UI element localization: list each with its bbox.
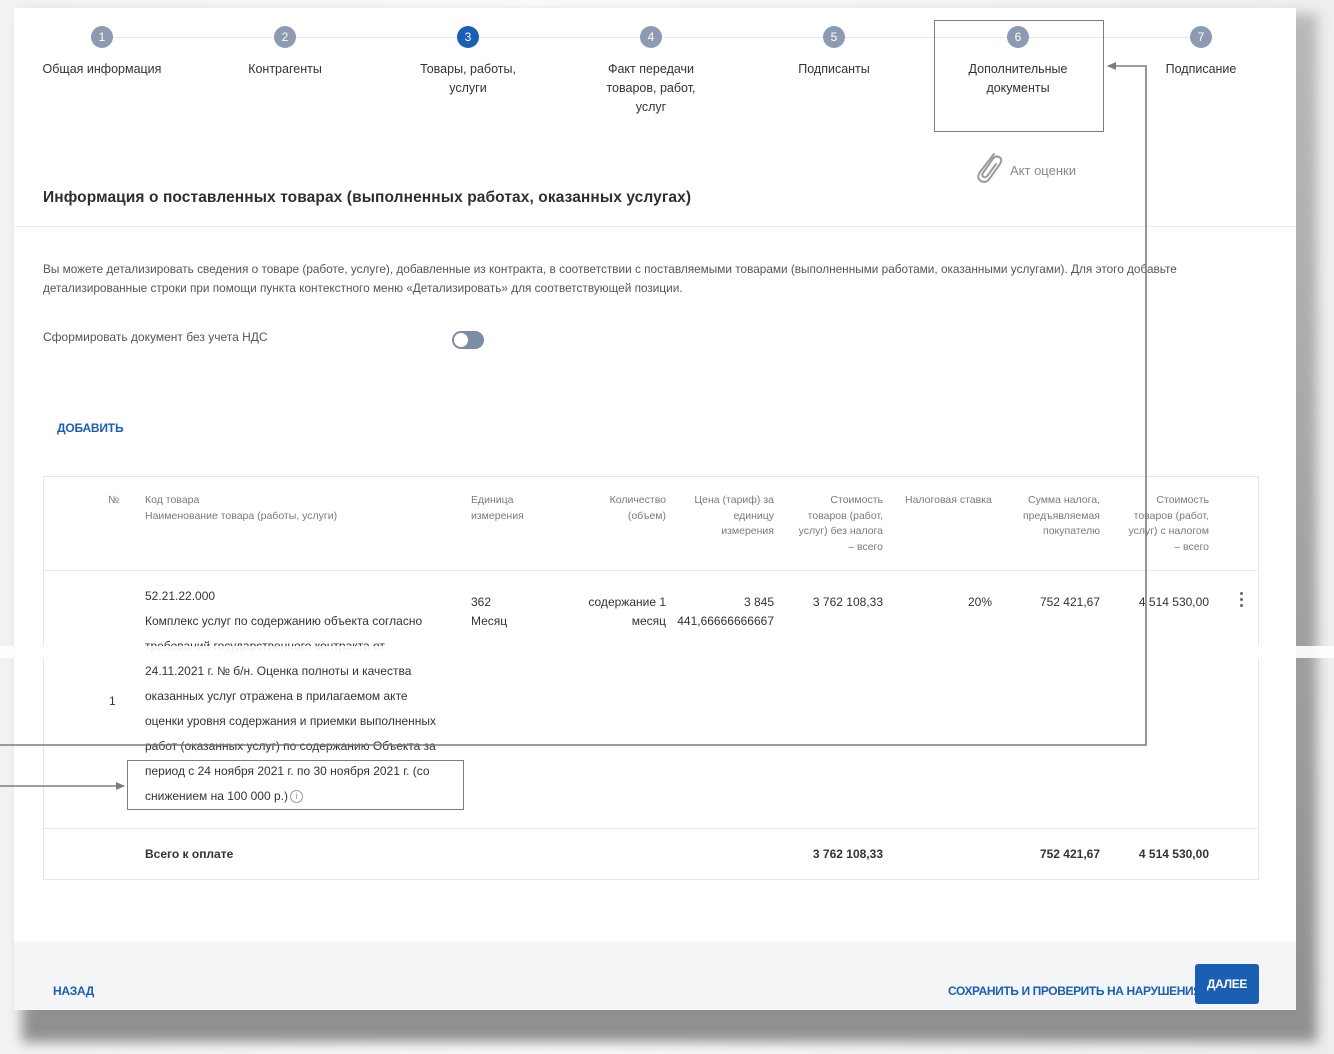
price-line: 441,66666666667	[677, 614, 774, 628]
header-line: Количество	[609, 494, 666, 506]
row-price: 3 845 441,66666666667	[674, 593, 774, 631]
col-header-code: Код товара Наименование товара (работы, …	[145, 493, 337, 524]
header-line: Стоимость	[830, 494, 883, 506]
step-number: 5	[823, 26, 845, 48]
row-menu-icon[interactable]	[1240, 592, 1244, 610]
col-header-total: Стоимость товаров (работ, услуг) с налог…	[1114, 493, 1209, 555]
step-counterparties[interactable]: 2 Контрагенты	[195, 26, 375, 79]
save-and-check-button[interactable]: СОХРАНИТЬ И ПРОВЕРИТЬ НА НАРУШЕНИЯ	[948, 984, 1202, 998]
col-header-num: №	[108, 494, 120, 506]
step-label: Общая информация	[42, 62, 162, 76]
step-goods-works-services[interactable]: 3 Товары, работы, услуги	[378, 26, 558, 98]
desc-line: оценки уровня содержания и приемки выпол…	[145, 714, 437, 728]
step-number: 7	[1190, 26, 1212, 48]
header-line: Единица	[471, 494, 514, 506]
vat-toggle-label: Сформировать документ без учета НДС	[43, 330, 268, 344]
qty-line: месяц	[631, 614, 666, 628]
header-line: товаров (работ,	[1133, 509, 1209, 522]
form-page: 1 Общая информация 2 Контрагенты 3 Товар…	[14, 8, 1296, 1010]
qty-line: содержание 1	[588, 595, 666, 609]
header-line: товаров (работ,	[807, 509, 883, 522]
desc-line: 24.11.2021 г. № б/н. Оценка полноты и ка…	[145, 664, 412, 678]
header-line: предъявляемая	[1022, 509, 1100, 522]
step-number: 3	[457, 26, 479, 48]
header-line: Наименование товара (работы, услуги)	[145, 509, 338, 522]
totals-total: 4 514 530,00	[1138, 847, 1209, 861]
totals-cost: 3 762 108,33	[812, 847, 883, 861]
row-total: 4 514 530,00	[1138, 595, 1209, 609]
row-quantity: содержание 1 месяц	[566, 593, 666, 631]
annotation-highlight-box	[934, 20, 1104, 132]
step-number: 2	[274, 26, 296, 48]
annotation-highlight-box	[127, 760, 464, 810]
col-header-unit: Единица измерения	[471, 493, 524, 524]
header-line: – всего	[848, 540, 883, 553]
toggle-knob	[454, 333, 468, 347]
price-line: 3 845	[743, 595, 774, 609]
row-rate: 20%	[967, 595, 992, 609]
header-line: единицу	[733, 509, 774, 522]
col-header-qty: Количество (объем)	[584, 493, 666, 524]
section-title: Информация о поставленных товарах (выпол…	[43, 189, 692, 206]
row-code: 52.21.22.000	[145, 589, 216, 603]
header-line: Сумма налога,	[1028, 494, 1100, 506]
desc-line: оказанных услуг отражена в прилагаемом а…	[145, 689, 408, 703]
step-signing[interactable]: 7 Подписание	[1111, 26, 1291, 79]
header-divider	[44, 570, 1258, 571]
info-text: Вы можете детализировать сведения о това…	[43, 262, 1177, 295]
vat-toggle[interactable]	[452, 331, 484, 349]
attachment-link[interactable]: Акт оценки	[972, 148, 1076, 193]
header-line: измерения	[721, 525, 774, 537]
step-label: Подписание	[1165, 62, 1237, 76]
step-general-info[interactable]: 1 Общая информация	[14, 26, 192, 79]
desc-line: работ (оказанных услуг) по содержанию Об…	[145, 739, 436, 753]
header-line: услуг) с налогом	[1128, 525, 1209, 537]
col-header-cost: Стоимость товаров (работ, услуг) без нал…	[784, 493, 883, 555]
row-tax: 752 421,67	[1039, 595, 1100, 609]
step-label: Подписанты	[798, 62, 870, 76]
totals-tax: 752 421,67	[1039, 847, 1100, 861]
step-number: 1	[91, 26, 113, 48]
header-line: Цена (тариф) за	[694, 494, 774, 506]
add-button[interactable]: ДОБАВИТЬ	[57, 421, 124, 435]
step-number: 4	[640, 26, 662, 48]
attachment-label: Акт оценки	[1010, 163, 1076, 178]
step-label: Контрагенты	[248, 62, 322, 76]
back-button[interactable]: НАЗАД	[53, 984, 94, 998]
next-button[interactable]: ДАЛЕЕ	[1195, 964, 1259, 1004]
row-divider	[44, 828, 1258, 829]
header-line: – всего	[1174, 540, 1209, 553]
row-number: 1	[109, 694, 116, 708]
unit-code: 362	[471, 595, 492, 609]
step-signers[interactable]: 5 Подписанты	[744, 26, 924, 79]
col-header-price: Цена (тариф) за единицу измерения	[684, 493, 774, 540]
col-header-rate: Налоговая ставка	[905, 494, 992, 506]
wizard-stepper: 1 Общая информация 2 Контрагенты 3 Товар…	[14, 8, 1296, 138]
totals-label: Всего к оплате	[145, 847, 234, 861]
step-transfer-fact[interactable]: 4 Факт передачи товаров, работ, услуг	[561, 26, 741, 117]
header-line: покупателю	[1043, 525, 1100, 537]
footer-bar: НАЗАД СОХРАНИТЬ И ПРОВЕРИТЬ НА НАРУШЕНИЯ…	[14, 942, 1296, 1010]
header-line: Стоимость	[1156, 494, 1209, 506]
unit-name: Месяц	[471, 614, 508, 628]
paperclip-icon	[972, 148, 1006, 193]
col-header-tax: Сумма налога, предъявляемая покупателю	[1004, 493, 1100, 540]
step-label: Товары, работы, услуги	[420, 62, 516, 95]
header-line: (объем)	[627, 509, 666, 522]
screenshot-seam	[0, 646, 1334, 658]
divider	[14, 226, 1296, 227]
header-line: измерения	[471, 509, 524, 522]
row-unit: 362 Месяц	[471, 593, 507, 631]
header-line: услуг) без налога	[798, 525, 883, 537]
header-line: Код товара	[145, 494, 200, 506]
desc-line: Комплекс услуг по содержанию объекта сог…	[145, 614, 423, 628]
row-cost: 3 762 108,33	[812, 595, 883, 609]
step-label: Факт передачи товаров, работ, услуг	[606, 62, 696, 114]
goods-table: № Код товара Наименование товара (работы…	[43, 476, 1259, 880]
